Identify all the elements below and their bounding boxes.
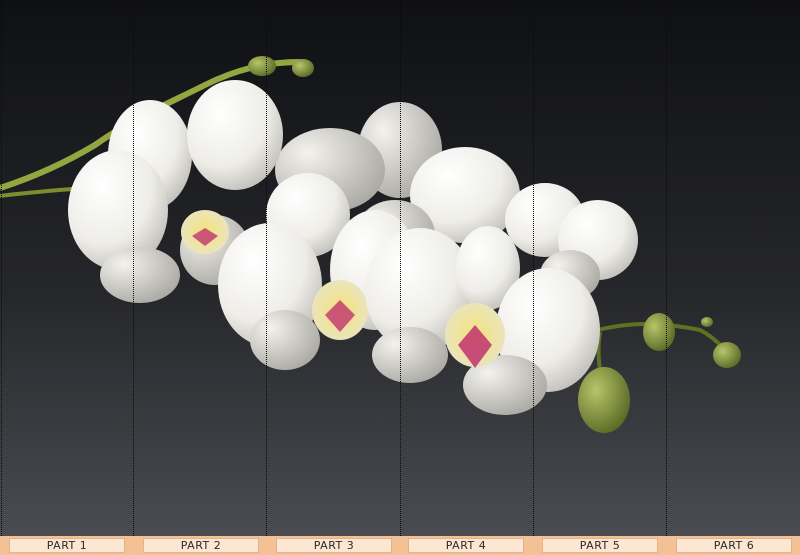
wallpaper-preview: PART 1 PART 2 PART 3 PART 4 PART 5 PART … bbox=[0, 0, 800, 555]
panel-divider bbox=[1, 0, 2, 536]
part-label: PART 6 bbox=[676, 538, 792, 553]
panel-divider bbox=[266, 0, 267, 536]
panel-divider bbox=[133, 0, 134, 536]
part-label: PART 3 bbox=[276, 538, 392, 553]
part-label-strip: PART 1 PART 2 PART 3 PART 4 PART 5 PART … bbox=[0, 536, 800, 555]
part-label: PART 5 bbox=[542, 538, 658, 553]
panel-divider bbox=[400, 0, 401, 536]
part-label: PART 4 bbox=[408, 538, 524, 553]
panel-divider bbox=[533, 0, 534, 536]
part-label: PART 1 bbox=[9, 538, 125, 553]
panel-divider bbox=[666, 0, 667, 536]
part-label: PART 2 bbox=[143, 538, 259, 553]
